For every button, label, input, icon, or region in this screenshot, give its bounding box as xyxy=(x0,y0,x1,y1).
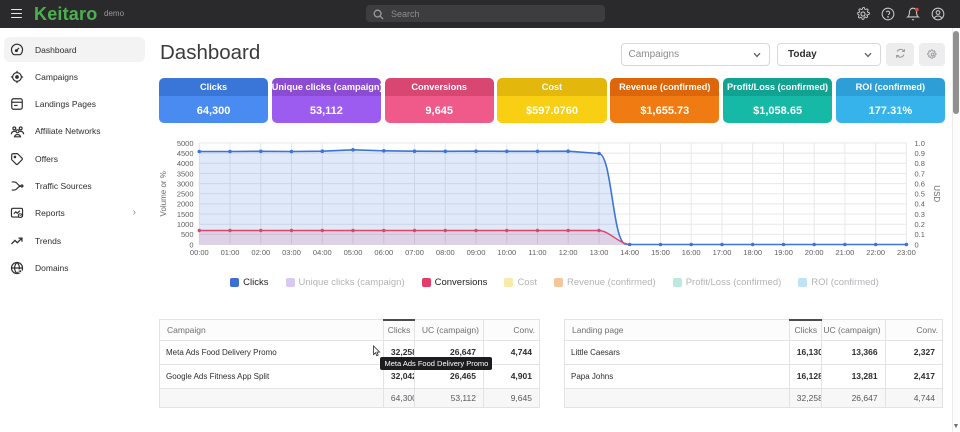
svg-text:Volume or %: Volume or % xyxy=(159,171,168,216)
svg-text:12:00: 12:00 xyxy=(559,248,578,257)
svg-text:16:00: 16:00 xyxy=(682,248,701,257)
svg-text:17:00: 17:00 xyxy=(713,248,732,257)
svg-text:0.5: 0.5 xyxy=(915,190,925,199)
svg-text:05:00: 05:00 xyxy=(344,248,363,257)
svg-text:USD: USD xyxy=(932,185,941,202)
svg-text:1500: 1500 xyxy=(177,210,194,219)
svg-text:3000: 3000 xyxy=(177,179,194,188)
svg-text:0.6: 0.6 xyxy=(915,179,925,188)
svg-text:0.9: 0.9 xyxy=(915,149,925,158)
svg-text:09:00: 09:00 xyxy=(467,248,486,257)
svg-text:0.7: 0.7 xyxy=(915,169,925,178)
svg-text:11:00: 11:00 xyxy=(528,248,546,257)
svg-text:04:00: 04:00 xyxy=(313,248,332,257)
svg-text:5000: 5000 xyxy=(177,139,194,148)
svg-text:0.1: 0.1 xyxy=(915,230,925,239)
svg-text:1000: 1000 xyxy=(177,220,194,229)
svg-text:23:00: 23:00 xyxy=(897,248,916,257)
svg-text:08:00: 08:00 xyxy=(436,248,455,257)
svg-text:1.0: 1.0 xyxy=(915,139,925,148)
svg-text:02:00: 02:00 xyxy=(251,248,270,257)
svg-text:0.3: 0.3 xyxy=(915,210,925,219)
svg-text:03:00: 03:00 xyxy=(282,248,301,257)
svg-text:3500: 3500 xyxy=(177,169,194,178)
svg-text:4000: 4000 xyxy=(177,159,194,168)
svg-text:22:00: 22:00 xyxy=(866,248,885,257)
svg-text:0.2: 0.2 xyxy=(915,220,925,229)
svg-text:0.4: 0.4 xyxy=(915,200,925,209)
svg-text:13:00: 13:00 xyxy=(590,248,609,257)
svg-text:15:00: 15:00 xyxy=(651,248,670,257)
svg-text:18:00: 18:00 xyxy=(743,248,762,257)
svg-text:500: 500 xyxy=(181,230,194,239)
svg-text:19:00: 19:00 xyxy=(774,248,793,257)
svg-text:4500: 4500 xyxy=(177,149,194,158)
svg-text:00:00: 00:00 xyxy=(190,248,209,257)
svg-text:20:00: 20:00 xyxy=(805,248,824,257)
svg-text:2500: 2500 xyxy=(177,190,194,199)
svg-text:01:00: 01:00 xyxy=(221,248,240,257)
svg-text:0.8: 0.8 xyxy=(915,159,925,168)
svg-text:07:00: 07:00 xyxy=(405,248,424,257)
svg-text:2000: 2000 xyxy=(177,200,194,209)
svg-text:21:00: 21:00 xyxy=(836,248,855,257)
svg-text:14:00: 14:00 xyxy=(620,248,639,257)
svg-text:10:00: 10:00 xyxy=(497,248,516,257)
svg-text:06:00: 06:00 xyxy=(374,248,393,257)
